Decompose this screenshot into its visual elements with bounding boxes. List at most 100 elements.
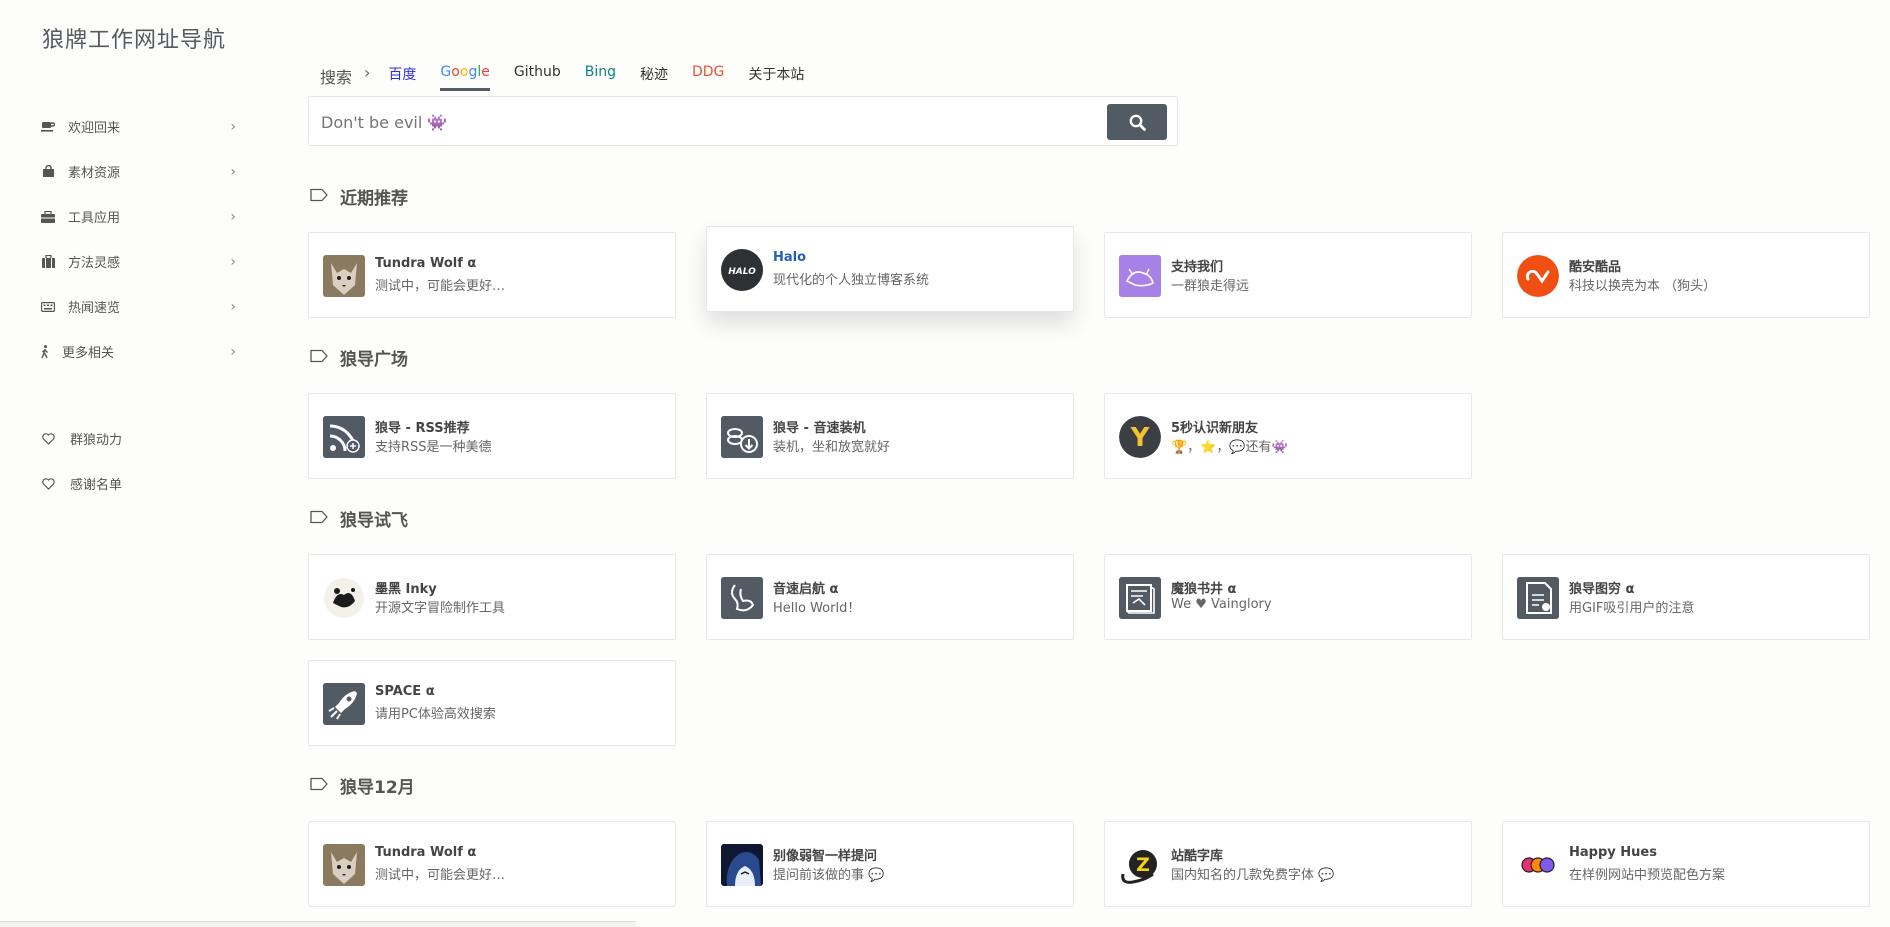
card-zcool-fonts[interactable]: Z 站酷字库 国内知名的几款免费字体 💬 — [1104, 821, 1472, 907]
card-title: 别像弱智一样提问 — [773, 849, 878, 864]
card-desc: 国内知名的几款免费字体 💬 — [1171, 868, 1335, 883]
sidebar-item-resources[interactable]: 素材资源 › — [40, 149, 236, 194]
sidebar-item-more[interactable]: 更多相关 › — [40, 329, 236, 374]
card-title: 5秒认识新朋友 — [1171, 421, 1259, 436]
sidebar-item-power[interactable]: 群狼动力 — [40, 416, 236, 461]
card-title: 魔狼书井 α — [1171, 582, 1237, 597]
suitcase-icon — [40, 254, 56, 270]
sidebar-item-label: 感谢名单 — [70, 478, 123, 493]
card-desc: 测试中，可能会更好… — [375, 868, 506, 883]
card-gif-poor[interactable]: 狼导图穷 α 用GIF吸引用户的注意 — [1502, 554, 1870, 640]
tag-icon — [310, 348, 328, 368]
card-title: 墨黑 Inky — [375, 582, 437, 597]
card-meet-friends[interactable]: Y 5秒认识新朋友 🏆，⭐，💬还有👾 — [1104, 393, 1472, 479]
sidebar-item-news[interactable]: 热闻速览 › — [40, 284, 236, 329]
chevron-right-icon: › — [230, 298, 236, 315]
tab-about[interactable]: 关于本站 — [748, 64, 804, 92]
card-coolapk[interactable]: 酷安酷品 科技以换壳为本 （狗头） — [1502, 232, 1870, 318]
card-title: Tundra Wolf α — [375, 845, 477, 860]
tab-bing[interactable]: Bing — [585, 64, 616, 88]
card-speed-install[interactable]: 狼导 - 音速装机 装机，坐和放宽就好 — [706, 393, 1074, 479]
sidebar-item-label: 工具应用 — [68, 211, 121, 226]
card-desc: 现代化的个人独立博客系统 — [773, 273, 930, 288]
card-book-well[interactable]: 魔狼书井 α We ♥ Vainglory — [1104, 554, 1472, 640]
tab-ddg[interactable]: DDG — [692, 64, 724, 88]
svg-text:Z: Z — [1136, 854, 1150, 876]
chevron-right-icon: › — [230, 208, 236, 225]
search-icon — [1129, 114, 1146, 131]
card-title: 支持我们 — [1171, 260, 1224, 275]
card-title: 酷安酷品 — [1569, 260, 1622, 275]
tag-icon — [310, 187, 328, 207]
card-space[interactable]: SPACE α 请用PC体验高效搜索 — [308, 660, 676, 746]
search-input[interactable] — [321, 109, 1101, 135]
sidebar-item-label: 更多相关 — [62, 346, 115, 361]
tab-baidu[interactable]: 百度 — [388, 64, 416, 92]
section-title: 狼导试飞 — [310, 506, 408, 531]
card-desc: 测试中，可能会更好… — [375, 279, 506, 294]
tab-miji[interactable]: 秘迹 — [640, 64, 668, 92]
card-title: 站酷字库 — [1171, 849, 1224, 864]
heart-icon — [40, 476, 56, 492]
card-inky[interactable]: 墨黑 Inky 开源文字冒险制作工具 — [308, 554, 676, 640]
keyboard-icon — [40, 299, 56, 315]
sidebar-item-thanks[interactable]: 感谢名单 — [40, 461, 236, 506]
chevron-right-icon: › — [230, 343, 236, 360]
tag-icon — [310, 776, 328, 796]
horizontal-scrollbar[interactable] — [0, 921, 636, 927]
search-tabs: 搜索 › 百度 Google Github Bing 秘迹 DDG 关于本站 — [320, 64, 828, 96]
chevron-right-icon: › — [230, 253, 236, 270]
walking-icon — [40, 344, 50, 360]
card-speed-launch[interactable]: 音速启航 α Hello World！ — [706, 554, 1074, 640]
halo-logo: HALO — [721, 249, 763, 291]
sidebar-item-label: 热闻速览 — [68, 301, 121, 316]
sidebar-extra: 群狼动力 感谢名单 — [40, 416, 236, 506]
card-happy-hues[interactable]: Happy Hues 在样例网站中预览配色方案 — [1502, 821, 1870, 907]
card-rss[interactable]: 狼导 - RSS推荐 支持RSS是一种美德 — [308, 393, 676, 479]
card-desc: 请用PC体验高效搜索 — [375, 707, 496, 722]
site-title[interactable]: 狼牌工作网址导航 — [42, 22, 226, 54]
svg-text:Y: Y — [1130, 423, 1151, 453]
tab-google[interactable]: Google — [440, 64, 490, 91]
sidebar-item-label: 群狼动力 — [70, 433, 123, 448]
card-title: 狼导 - RSS推荐 — [375, 421, 470, 436]
svg-text:HALO: HALO — [728, 267, 756, 277]
card-title: 狼导 - 音速装机 — [773, 421, 866, 436]
card-desc: We ♥ Vainglory — [1171, 597, 1272, 612]
card-desc: 提问前该做的事 💬 — [773, 868, 885, 883]
card-support-us[interactable]: 支持我们 一群狼走得远 — [1104, 232, 1472, 318]
card-tundra-wolf-dec[interactable]: Tundra Wolf α 测试中，可能会更好… — [308, 821, 676, 907]
zcool-logo: Z — [1119, 844, 1161, 886]
wolf-sketch-icon — [1119, 255, 1161, 297]
chevron-right-icon: › — [364, 63, 371, 82]
section-title: 狼导12月 — [310, 773, 415, 798]
download-icon — [721, 416, 763, 458]
card-title: Tundra Wolf α — [375, 256, 477, 271]
chevron-right-icon: › — [230, 118, 236, 135]
card-desc: 🏆，⭐，💬还有👾 — [1171, 440, 1288, 455]
sidebar-item-tools[interactable]: 工具应用 › — [40, 194, 236, 239]
chevron-right-icon: › — [230, 163, 236, 180]
sidebar-item-label: 方法灵感 — [68, 256, 121, 271]
rocket-icon — [323, 683, 365, 725]
card-desc: Hello World！ — [773, 601, 861, 616]
tag-icon — [310, 509, 328, 529]
sidebar-item-label: 素材资源 — [68, 166, 121, 181]
sidebar-item-welcome[interactable]: 欢迎回来 › — [40, 104, 236, 149]
section-title-text: 狼导试飞 — [340, 511, 408, 531]
section-title: 近期推荐 — [310, 184, 408, 209]
card-title: 音速启航 α — [773, 582, 839, 597]
tab-github[interactable]: Github — [514, 64, 561, 88]
wolf-avatar — [323, 255, 365, 297]
sidebar-item-label: 欢迎回来 — [68, 121, 121, 136]
palette-icon — [1517, 844, 1559, 886]
card-desc: 在样例网站中预览配色方案 — [1569, 868, 1726, 883]
card-smart-questions[interactable]: 别像弱智一样提问 提问前该做的事 💬 — [706, 821, 1074, 907]
search-button[interactable] — [1107, 104, 1167, 140]
coolapk-logo — [1517, 255, 1559, 297]
toolbox-icon — [40, 209, 56, 225]
card-halo[interactable]: HALO Halo 现代化的个人独立博客系统 — [706, 226, 1074, 312]
sidebar-item-methods[interactable]: 方法灵感 › — [40, 239, 236, 284]
card-tundra-wolf[interactable]: Tundra Wolf α 测试中，可能会更好… — [308, 232, 676, 318]
section-title-text: 近期推荐 — [340, 189, 408, 209]
